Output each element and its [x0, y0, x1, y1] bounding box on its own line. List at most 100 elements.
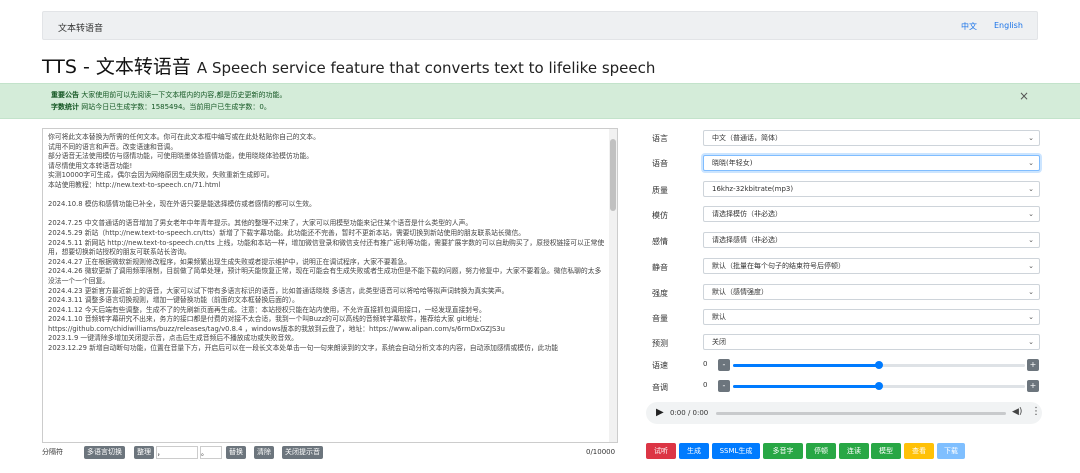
emotion-select[interactable]: 请选择感情（非必选） ⌄ — [703, 232, 1040, 248]
language-select[interactable]: 中文（普通话，简体） ⌄ — [703, 130, 1040, 146]
text-line: 2023.12.29 新增自动断句功能，位置在音量下方，开启后可以在一段长文本处… — [48, 344, 559, 353]
intensity-label: 强度 — [652, 289, 668, 298]
text-line: 试用不同的语言和声音。改变语速和音调。 — [48, 142, 178, 151]
text-line: 2023.1.9 一键清除多增加关闭提示音，点击后生成音频后不播放成功或失败音效… — [48, 334, 298, 343]
pitch-slider-fill — [733, 385, 879, 388]
lang-zh-link[interactable]: 中文 — [961, 21, 977, 32]
action-button[interactable]: 停顿 — [806, 443, 836, 459]
text-line: 实测10000字可生成，偶尔会因为网络原因生成失败，失败重新生成即可。 — [48, 171, 274, 180]
preview-select-value: 关闭 — [712, 338, 726, 346]
quality-label: 质量 — [652, 186, 668, 195]
separator-input-1[interactable]: ， — [156, 446, 198, 459]
text-line: 请尽情使用文本转语音功能! — [48, 161, 133, 170]
quality-select-value: 16khz-32kbitrate(mp3) — [712, 185, 794, 193]
silence-label: 静音 — [652, 263, 668, 272]
action-button[interactable]: 下载 — [937, 443, 965, 459]
tidy-button[interactable]: 整理 — [134, 446, 154, 459]
silence-select-value: 默认（批量在每个句子的结束符号后停顿） — [712, 262, 845, 270]
page-title: TTS - 文本转语音 A Speech service feature tha… — [42, 52, 655, 79]
alert-close-button[interactable]: × — [1019, 89, 1029, 103]
intensity-select[interactable]: 默认（感情强度） ⌄ — [703, 284, 1040, 300]
brand-link[interactable]: 文本转语音 — [58, 21, 103, 34]
emotion-label: 感情 — [652, 237, 668, 246]
notice-text: 大家使用前可以先阅读一下文本框内的内容,都是历史更新的功能。 — [81, 91, 287, 99]
chevron-down-icon: ⌄ — [1028, 262, 1034, 270]
pitch-slider-row: 0 - + — [0, 380, 1080, 392]
chevron-down-icon: ⌄ — [1028, 134, 1034, 142]
pitch-slider-handle[interactable] — [875, 382, 883, 390]
pitch-slider[interactable] — [733, 382, 1025, 390]
notice-alert: 重要公告 大家使用前可以先阅读一下文本框内的内容,都是历史更新的功能。 字数统计… — [0, 83, 1080, 119]
audio-player: ▶ 0:00 / 0:00 ◀) ⋮ — [646, 402, 1042, 424]
preview-select[interactable]: 关闭 ⌄ — [703, 334, 1040, 350]
char-counter: 0/10000 — [586, 448, 616, 456]
action-button[interactable]: 多音字 — [763, 443, 803, 459]
textarea-scrollbar[interactable] — [609, 129, 617, 442]
text-line: 2024.5.11 新网站 http://new.text-to-speech.… — [48, 238, 605, 257]
action-button[interactable]: 试听 — [646, 443, 676, 459]
chevron-down-icon: ⌄ — [1028, 313, 1034, 321]
text-line: 2024.7.25 中文普通话的语音增加了男女老年中年青年提示。其他的整理不过来… — [48, 219, 473, 228]
language-label: 语言 — [652, 134, 668, 143]
action-button[interactable]: 连读 — [839, 443, 869, 459]
emotion-select-value: 请选择感情（非必选） — [712, 236, 782, 244]
rate-slider-fill — [733, 364, 879, 367]
page-title-main: TTS - 文本转语音 — [42, 56, 191, 78]
audio-time: 0:00 / 0:00 — [670, 409, 709, 417]
voice-label: 语音 — [652, 159, 668, 168]
text-content: 你可将此文本替换为所需的任何文本。你可在此文本框中编写或在此处粘贴你自己的文本。… — [48, 133, 608, 354]
text-line: 2024.4.27 正在根据微软新规则修改程序，如果频繁出现生成失败或者提示维护… — [48, 257, 412, 266]
text-input-area[interactable]: 你可将此文本替换为所需的任何文本。你可在此文本框中编写或在此处粘贴你自己的文本。… — [42, 128, 618, 443]
chevron-down-icon: ⌄ — [1028, 338, 1034, 346]
rate-value: 0 — [703, 360, 708, 368]
replace-button[interactable]: 替换 — [226, 446, 246, 459]
rate-slider-row: 0 - + — [0, 359, 1080, 371]
clear-button[interactable]: 清除 — [254, 446, 274, 459]
action-button[interactable]: SSML生成 — [712, 443, 760, 459]
page-subtitle: A Speech service feature that converts t… — [196, 59, 656, 77]
action-button[interactable]: 查看 — [904, 443, 934, 459]
rate-decrease-button[interactable]: - — [718, 359, 730, 371]
separator-label: 分隔符 — [42, 448, 63, 456]
imitate-select-value: 请选择模仿（非必选） — [712, 210, 782, 218]
scrollbar-thumb[interactable] — [610, 139, 616, 211]
text-line: 2024.1.12 今天后端有些调整，生成不了的先刷新页面再生成。注意：本站授权… — [48, 305, 486, 314]
volume-icon[interactable]: ◀) — [1012, 407, 1022, 417]
rate-increase-button[interactable]: + — [1027, 359, 1039, 371]
more-options-icon[interactable]: ⋮ — [1031, 406, 1041, 417]
text-line: 2024.3.11 调整多语言切换规则，增加一键替换功能（前面的文本框替换后面的… — [48, 296, 299, 305]
action-button[interactable]: 生成 — [679, 443, 709, 459]
silence-select[interactable]: 默认（批量在每个句子的结束符号后停顿） ⌄ — [703, 258, 1040, 274]
text-line: 2024.4.23 更新官方最近新上的语音，大家可以试下带有多语言标识的语音，比… — [48, 286, 509, 295]
audio-progress-bar[interactable] — [716, 412, 1006, 415]
intensity-select-value: 默认（感情强度） — [712, 288, 768, 296]
pitch-decrease-button[interactable]: - — [718, 380, 730, 392]
chevron-down-icon: ⌄ — [1028, 185, 1034, 193]
quality-select[interactable]: 16khz-32kbitrate(mp3) ⌄ — [703, 181, 1040, 197]
chevron-down-icon: ⌄ — [1028, 288, 1034, 296]
lang-en-link[interactable]: English — [994, 21, 1023, 30]
action-button[interactable]: 模型 — [871, 443, 901, 459]
chevron-down-icon: ⌄ — [1028, 210, 1034, 218]
preview-label: 预测 — [652, 339, 668, 348]
multilang-switch-button[interactable]: 多语言切换 — [84, 446, 125, 459]
text-line — [48, 210, 608, 220]
text-line — [48, 191, 608, 201]
voice-select-value: 晓晓(年轻女) — [712, 159, 753, 167]
text-line: 你可将此文本替换为所需的任何文本。你可在此文本框中编写或在此处粘贴你自己的文本。 — [48, 133, 320, 141]
close-tip-sound-button[interactable]: 关闭提示音 — [282, 446, 323, 459]
volume-select[interactable]: 默认 ⌄ — [703, 309, 1040, 325]
top-navbar: 文本转语音 中文 English — [42, 11, 1038, 40]
notice-line: 重要公告 大家使用前可以先阅读一下文本框内的内容,都是历史更新的功能。 — [51, 90, 286, 100]
stats-text: 网站今日已生成字数：1585494。当前用户已生成字数：0。 — [81, 103, 271, 111]
text-line: 2024.4.26 微软更新了调用频率限制，目前做了简单处理，预计明天能恢复正常… — [48, 267, 602, 285]
play-icon[interactable]: ▶ — [656, 407, 664, 418]
imitate-select[interactable]: 请选择模仿（非必选） ⌄ — [703, 206, 1040, 222]
pitch-increase-button[interactable]: + — [1027, 380, 1039, 392]
rate-slider[interactable] — [733, 361, 1025, 369]
rate-slider-handle[interactable] — [875, 361, 883, 369]
separator-input-2[interactable]: 。 — [200, 446, 222, 459]
text-toolbar: 分隔符 多语言切换 整理 ， 。 替换 清除 关闭提示音 0/10000 — [42, 446, 620, 462]
imitate-label: 模仿 — [652, 211, 668, 220]
voice-select[interactable]: 晓晓(年轻女) ⌄ — [703, 155, 1040, 171]
